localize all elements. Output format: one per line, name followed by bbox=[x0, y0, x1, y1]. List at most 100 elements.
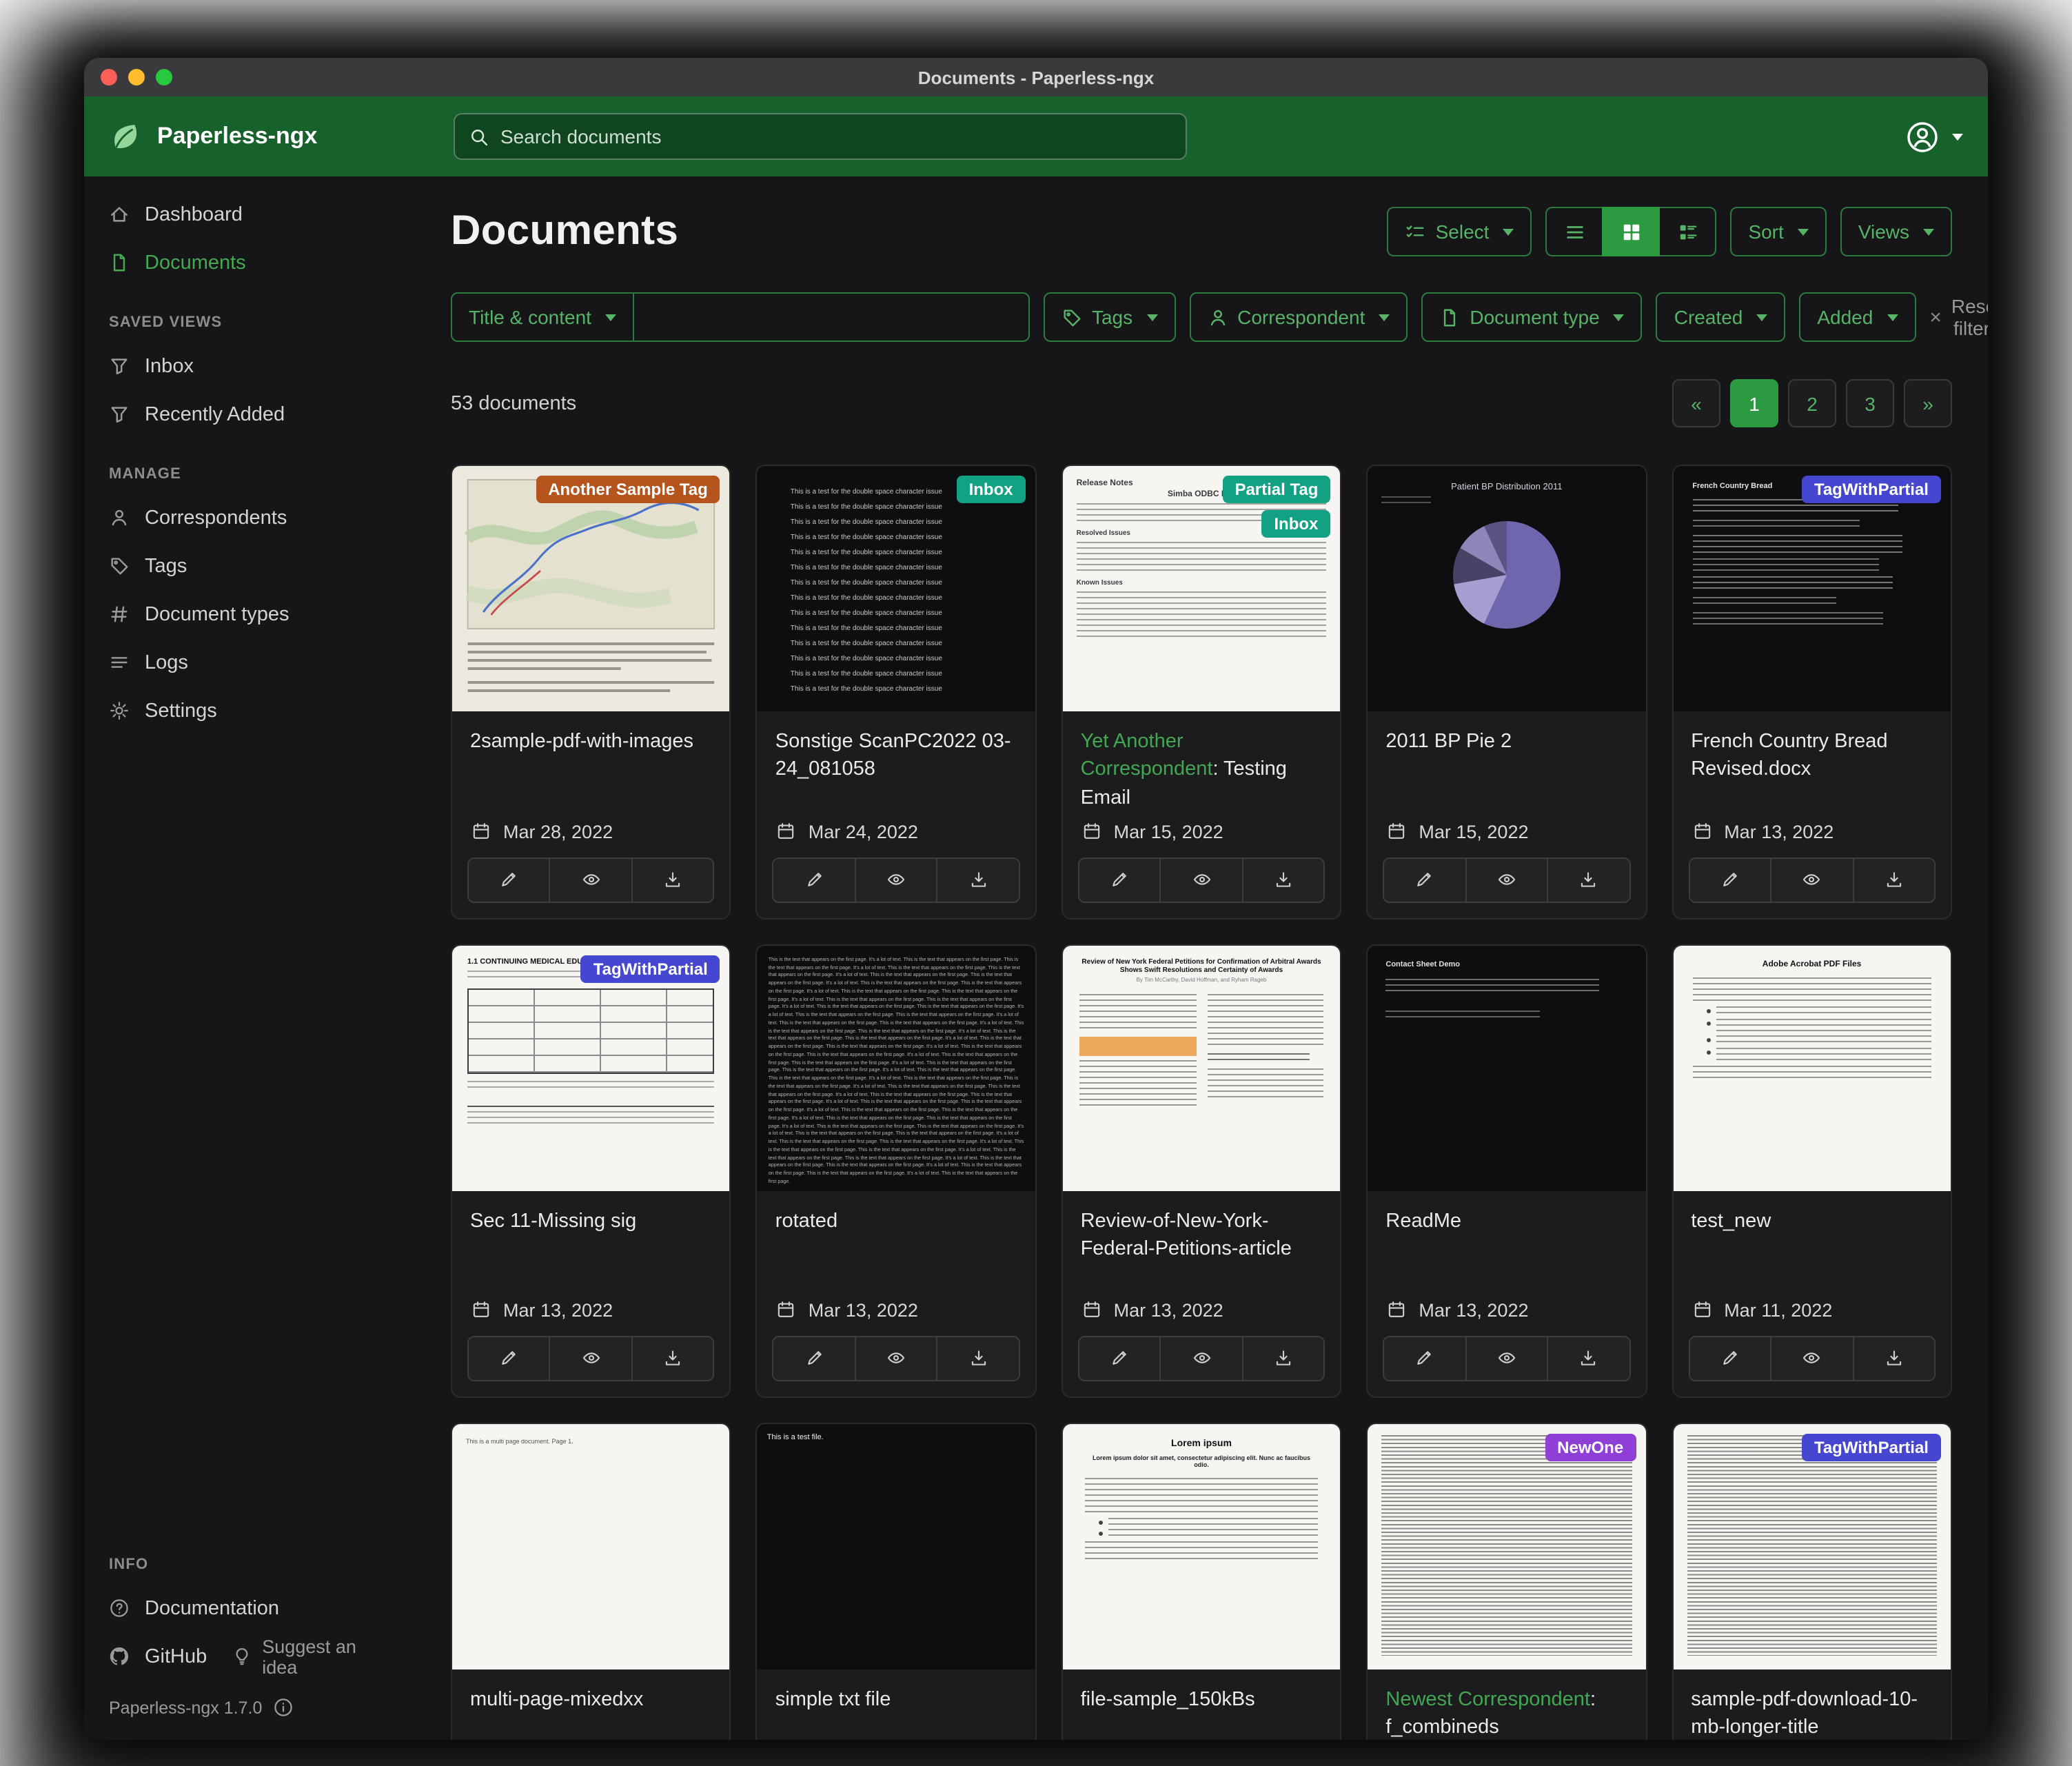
pagination-page-button[interactable]: 3 bbox=[1846, 379, 1894, 427]
document-thumbnail[interactable]: Lorem ipsumLorem ipsum dolor sit amet, c… bbox=[1063, 1424, 1341, 1669]
correspondent-filter-button[interactable]: Correspondent bbox=[1189, 292, 1408, 342]
document-title[interactable]: 2sample-pdf-with-images bbox=[470, 728, 712, 811]
download-button[interactable] bbox=[1852, 1337, 1934, 1380]
document-title[interactable]: Review-of-New-York-Federal-Petitions-art… bbox=[1081, 1208, 1323, 1290]
tag-badge[interactable]: Partial Tag bbox=[1222, 476, 1330, 503]
view-list-button[interactable] bbox=[1545, 207, 1603, 256]
tag-badge[interactable]: Another Sample Tag bbox=[536, 476, 720, 503]
sidebar-item-tags[interactable]: Tags bbox=[84, 542, 415, 590]
select-button[interactable]: Select bbox=[1388, 207, 1532, 256]
view-button[interactable] bbox=[1465, 1337, 1547, 1380]
tags-filter-button[interactable]: Tags bbox=[1044, 292, 1175, 342]
view-button[interactable] bbox=[1770, 1337, 1852, 1380]
sidebar-item-dashboard[interactable]: Dashboard bbox=[84, 190, 415, 238]
title-content-input[interactable] bbox=[633, 292, 1030, 342]
document-title[interactable]: rotated bbox=[775, 1208, 1017, 1290]
document-thumbnail[interactable]: Review of New York Federal Petitions for… bbox=[1063, 946, 1341, 1191]
correspondent-link[interactable]: Newest Correspondent bbox=[1385, 1689, 1590, 1711]
document-thumbnail[interactable]: Contact Sheet Demo bbox=[1368, 946, 1645, 1191]
view-button[interactable] bbox=[1465, 859, 1547, 902]
pagination-prev-button[interactable]: « bbox=[1672, 379, 1720, 427]
document-type-filter-button[interactable]: Document type bbox=[1421, 292, 1642, 342]
document-thumbnail[interactable]: Patient BP Distribution 2011 bbox=[1368, 466, 1645, 711]
document-thumbnail[interactable]: 1.1 CONTINUING MEDICAL EDUCATagWithParti… bbox=[452, 946, 730, 1191]
document-thumbnail[interactable]: TagWithPartial bbox=[1673, 1424, 1951, 1669]
sidebar-item-github[interactable]: GitHub bbox=[84, 1632, 232, 1681]
document-title[interactable]: file-sample_150kBs bbox=[1081, 1686, 1323, 1740]
edit-button[interactable] bbox=[469, 859, 549, 902]
view-grid-button[interactable] bbox=[1602, 207, 1660, 256]
download-button[interactable] bbox=[1241, 1337, 1323, 1380]
document-title[interactable]: multi-page-mixedxx bbox=[470, 1686, 712, 1740]
view-button[interactable] bbox=[1160, 859, 1242, 902]
view-button[interactable] bbox=[549, 1337, 631, 1380]
download-button[interactable] bbox=[937, 859, 1019, 902]
tag-badge[interactable]: NewOne bbox=[1545, 1434, 1636, 1461]
added-filter-button[interactable]: Added bbox=[1799, 292, 1916, 342]
pagination-next-button[interactable]: » bbox=[1904, 379, 1952, 427]
views-button[interactable]: Views bbox=[1840, 207, 1952, 256]
document-title[interactable]: 2011 BP Pie 2 bbox=[1385, 728, 1627, 811]
download-button[interactable] bbox=[631, 1337, 713, 1380]
minimize-window-button[interactable] bbox=[128, 69, 145, 85]
document-thumbnail[interactable]: Release NotesSimba ODBC Driver for SQL S… bbox=[1063, 466, 1341, 711]
search-input[interactable] bbox=[500, 125, 1172, 148]
document-title[interactable]: ReadMe bbox=[1385, 1208, 1627, 1290]
edit-button[interactable] bbox=[1384, 1337, 1465, 1380]
edit-button[interactable] bbox=[1689, 859, 1770, 902]
edit-button[interactable] bbox=[1079, 859, 1160, 902]
document-thumbnail[interactable]: French Country BreadTagWithPartial bbox=[1673, 466, 1951, 711]
sidebar-item-documentation[interactable]: Documentation bbox=[84, 1584, 415, 1632]
view-button[interactable] bbox=[855, 859, 937, 902]
edit-button[interactable] bbox=[774, 1337, 855, 1380]
pagination-page-button[interactable]: 1 bbox=[1730, 379, 1778, 427]
document-title[interactable]: French Country Bread Revised.docx bbox=[1691, 728, 1933, 811]
edit-button[interactable] bbox=[1079, 1337, 1160, 1380]
tag-badge[interactable]: Inbox bbox=[1261, 510, 1330, 538]
brand[interactable]: Paperless-ngx bbox=[109, 119, 317, 154]
sidebar-item-suggest-an-idea[interactable]: Suggest an idea bbox=[232, 1636, 415, 1677]
download-button[interactable] bbox=[631, 859, 713, 902]
document-thumbnail[interactable]: This is a multi page document. Page 1. bbox=[452, 1424, 730, 1669]
edit-button[interactable] bbox=[1384, 859, 1465, 902]
sidebar-item-logs[interactable]: Logs bbox=[84, 638, 415, 687]
document-thumbnail[interactable]: NewOne bbox=[1368, 1424, 1645, 1669]
view-button[interactable] bbox=[1160, 1337, 1242, 1380]
edit-button[interactable] bbox=[1689, 1337, 1770, 1380]
document-title[interactable]: Sec 11-Missing sig bbox=[470, 1208, 712, 1290]
download-button[interactable] bbox=[1241, 859, 1323, 902]
sidebar-item-settings[interactable]: Settings bbox=[84, 687, 415, 735]
sidebar-item-inbox[interactable]: Inbox bbox=[84, 342, 415, 390]
sidebar-item-correspondents[interactable]: Correspondents bbox=[84, 494, 415, 542]
document-title[interactable]: sample-pdf-download-10-mb-longer-title bbox=[1691, 1686, 1933, 1740]
tag-badge[interactable]: TagWithPartial bbox=[581, 955, 720, 983]
document-title[interactable]: simple txt file bbox=[775, 1686, 1017, 1740]
view-button[interactable] bbox=[549, 859, 631, 902]
correspondent-link[interactable]: Yet Another Correspondent bbox=[1081, 731, 1213, 781]
sidebar-item-recently-added[interactable]: Recently Added bbox=[84, 390, 415, 438]
sidebar-item-documents[interactable]: Documents bbox=[84, 238, 415, 287]
document-thumbnail[interactable]: This is a test for the double space char… bbox=[758, 466, 1035, 711]
sort-button[interactable]: Sort bbox=[1730, 207, 1826, 256]
download-button[interactable] bbox=[1547, 859, 1629, 902]
document-thumbnail[interactable]: This is a test file. bbox=[758, 1424, 1035, 1669]
sidebar-item-document-types[interactable]: Document types bbox=[84, 590, 415, 638]
download-button[interactable] bbox=[937, 1337, 1019, 1380]
document-title[interactable]: Yet Another Correspondent: Testing Email bbox=[1081, 728, 1323, 812]
document-title[interactable]: Newest Correspondent: f_combineds bbox=[1385, 1686, 1627, 1740]
download-button[interactable] bbox=[1547, 1337, 1629, 1380]
title-content-dropdown[interactable]: Title & content bbox=[451, 292, 634, 342]
tag-badge[interactable]: Inbox bbox=[957, 476, 1026, 503]
edit-button[interactable] bbox=[774, 859, 855, 902]
pagination-page-button[interactable]: 2 bbox=[1788, 379, 1836, 427]
created-filter-button[interactable]: Created bbox=[1656, 292, 1786, 342]
document-thumbnail[interactable]: This is the text that appears on the fir… bbox=[758, 946, 1035, 1191]
download-button[interactable] bbox=[1852, 859, 1934, 902]
close-window-button[interactable] bbox=[101, 69, 117, 85]
window-titlebar[interactable]: Documents - Paperless-ngx bbox=[84, 58, 1988, 97]
document-thumbnail[interactable]: Another Sample Tag bbox=[452, 466, 730, 711]
document-thumbnail[interactable]: Adobe Acrobat PDF Files bbox=[1673, 946, 1951, 1191]
zoom-window-button[interactable] bbox=[156, 69, 172, 85]
view-detail-button[interactable] bbox=[1658, 207, 1716, 256]
reset-filters-button[interactable]: × Reset filters bbox=[1929, 295, 1988, 339]
